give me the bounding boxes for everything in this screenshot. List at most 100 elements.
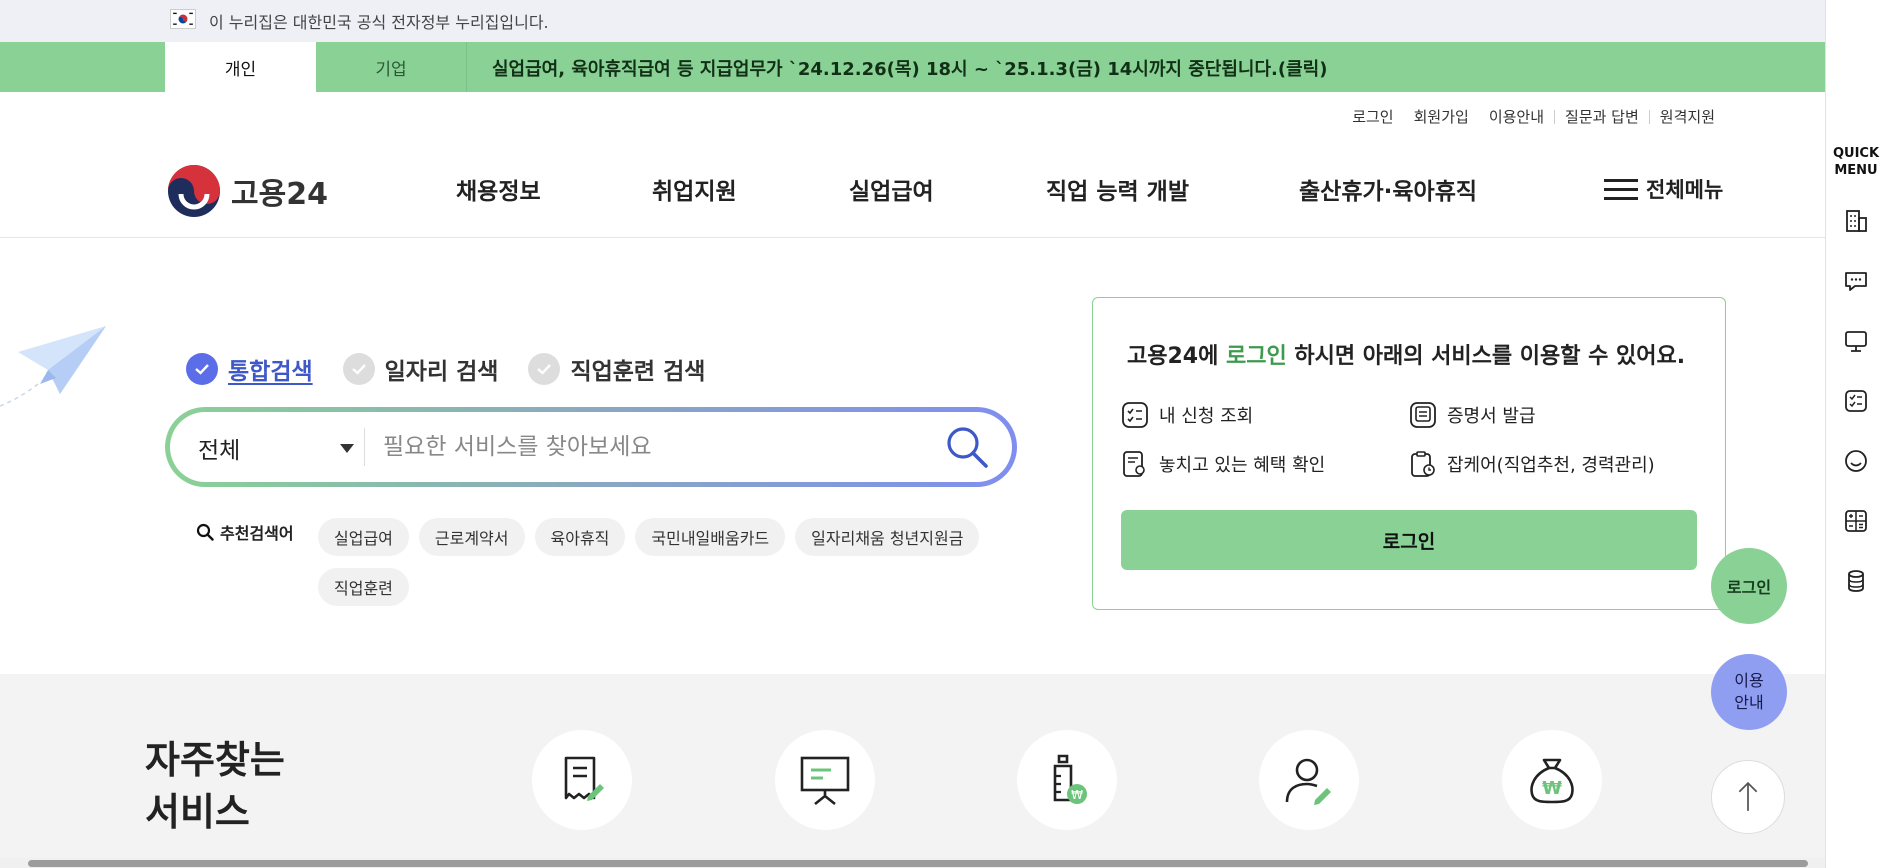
search-box: 전체 bbox=[165, 407, 1017, 487]
certificate-icon bbox=[1410, 402, 1436, 428]
util-remote-support-link[interactable]: 원격지원 bbox=[1650, 106, 1725, 127]
calculator-icon[interactable] bbox=[1843, 508, 1869, 534]
login-panel: 고용24에 로그인 하시면 아래의 서비스를 이용할 수 있어요. 내 신청 조… bbox=[1092, 297, 1726, 610]
util-login-link[interactable]: 로그인 bbox=[1342, 106, 1403, 127]
service-label: 놓치고 있는 혜택 확인 bbox=[1159, 455, 1326, 476]
header-divider bbox=[0, 237, 1825, 238]
utility-nav: 로그인 회원가입 이용안내 질문과 답변 원격지원 bbox=[1342, 106, 1725, 127]
login-title-highlight: 로그인 bbox=[1226, 344, 1287, 369]
freq-service-3[interactable]: ₩ bbox=[1017, 730, 1117, 830]
gnb-maternity-parental-leave[interactable]: 출산휴가·육아휴직 bbox=[1299, 172, 1477, 206]
checklist-icon[interactable] bbox=[1843, 388, 1869, 414]
magnifier-icon bbox=[196, 523, 214, 541]
floating-login-button[interactable]: 로그인 bbox=[1711, 548, 1787, 624]
chevron-down-icon[interactable] bbox=[340, 444, 354, 453]
floating-guide-button[interactable]: 이용 안내 bbox=[1711, 654, 1787, 730]
clipboard-clock-icon bbox=[1411, 451, 1435, 477]
search-inner: 전체 bbox=[170, 412, 1012, 482]
freq-service-4[interactable] bbox=[1259, 730, 1359, 830]
freq-service-5[interactable]: ₩ bbox=[1502, 730, 1602, 830]
freq-title-line1: 자주찾는 bbox=[145, 738, 285, 782]
search-tab-label: 일자리 검색 bbox=[384, 359, 499, 385]
gnb-employment-support[interactable]: 취업지원 bbox=[652, 172, 737, 206]
gnb-job-info[interactable]: 채용정보 bbox=[456, 172, 541, 206]
svg-text:₩: ₩ bbox=[1071, 788, 1083, 802]
horizontal-scrollbar[interactable] bbox=[0, 858, 1825, 868]
keyword-chip[interactable]: 국민내일배움카드 bbox=[635, 518, 786, 556]
arrow-up-icon bbox=[1738, 781, 1758, 811]
document-search-icon bbox=[1123, 451, 1145, 477]
check-icon bbox=[186, 353, 218, 385]
util-signup-link[interactable]: 회원가입 bbox=[1404, 106, 1479, 127]
quick-menu: QUICK MENU bbox=[1825, 0, 1885, 868]
keyword-chip[interactable]: 근로계약서 bbox=[418, 518, 525, 556]
search-tab-label: 통합검색 bbox=[228, 359, 313, 385]
search-tab-jobs[interactable]: 일자리 검색 bbox=[342, 352, 499, 386]
smile-icon[interactable] bbox=[1843, 448, 1869, 474]
gnb-unemployment-benefit[interactable]: 실업급여 bbox=[849, 172, 934, 206]
service-certificate-issue[interactable]: 증명서 발급 bbox=[1409, 401, 1536, 429]
util-guide-link[interactable]: 이용안내 bbox=[1479, 106, 1554, 127]
login-panel-title: 고용24에 로그인 하시면 아래의 서비스를 이용할 수 있어요. bbox=[1127, 338, 1685, 370]
keyword-chips: 실업급여 근로계약서 육아휴직 국민내일배움카드 일자리채움 청년지원금 직업훈… bbox=[318, 518, 1038, 606]
presentation-board-icon bbox=[800, 756, 850, 806]
service-label: 증명서 발급 bbox=[1447, 406, 1536, 427]
search-tab-training[interactable]: 직업훈련 검색 bbox=[528, 352, 705, 386]
receipt-pen-icon bbox=[564, 756, 604, 801]
keyword-chip[interactable]: 직업훈련 bbox=[318, 568, 409, 606]
guide-line1: 이용 bbox=[1734, 671, 1764, 690]
checklist-icon bbox=[1122, 402, 1148, 428]
keyword-chip[interactable]: 일자리채움 청년지원금 bbox=[795, 518, 980, 556]
coin-stack-icon[interactable] bbox=[1843, 568, 1869, 594]
search-input[interactable] bbox=[383, 426, 923, 468]
scroll-top-button[interactable] bbox=[1711, 760, 1785, 834]
freq-service-1[interactable] bbox=[532, 730, 632, 830]
search-divider bbox=[364, 428, 365, 466]
quick-menu-title: QUICK MENU bbox=[1826, 145, 1885, 179]
hamburger-icon bbox=[1604, 177, 1638, 201]
tab-personal[interactable]: 개인 bbox=[165, 42, 316, 92]
user-edit-icon bbox=[1285, 758, 1331, 805]
svg-text:₩: ₩ bbox=[1542, 778, 1562, 799]
money-bag-icon: ₩ bbox=[1530, 758, 1574, 804]
search-tabs: 통합검색 일자리 검색 직업훈련 검색 bbox=[186, 352, 735, 386]
check-icon bbox=[342, 353, 375, 385]
tab-corporate[interactable]: 기업 bbox=[316, 42, 467, 92]
recommended-keywords-label: 추천검색어 bbox=[196, 520, 294, 544]
search-icon[interactable] bbox=[944, 424, 990, 470]
frequent-services-title: 자주찾는 서비스 bbox=[145, 734, 285, 838]
korea-flag-icon bbox=[170, 9, 196, 29]
chat-bubble-icon[interactable] bbox=[1843, 268, 1869, 294]
notice-bar: 개인 기업 실업급여, 육아휴직급여 등 지급업무가 `24.12.26(목) … bbox=[0, 42, 1825, 92]
freq-title-line2: 서비스 bbox=[145, 790, 250, 834]
gov-banner-text[interactable]: 이 누리집은 대한민국 공식 전자정부 누리집입니다. bbox=[209, 9, 549, 33]
login-button[interactable]: 로그인 bbox=[1121, 510, 1697, 570]
util-qna-link[interactable]: 질문과 답변 bbox=[1555, 106, 1649, 127]
service-label: 내 신청 조회 bbox=[1159, 406, 1254, 427]
guide-line2: 안내 bbox=[1734, 693, 1764, 712]
building-icon[interactable] bbox=[1843, 208, 1869, 234]
service-my-applications[interactable]: 내 신청 조회 bbox=[1121, 401, 1253, 429]
gnb-skills-development[interactable]: 직업 능력 개발 bbox=[1046, 172, 1189, 206]
service-label: 잡케어(직업추천, 경력관리) bbox=[1447, 455, 1655, 476]
main-nav: 채용정보 취업지원 실업급여 직업 능력 개발 출산휴가·육아휴직 bbox=[0, 172, 1825, 212]
keyword-chip[interactable]: 육아휴직 bbox=[534, 518, 626, 556]
search-scope-select[interactable]: 전체 bbox=[198, 431, 240, 465]
paper-plane-icon bbox=[0, 326, 106, 407]
scrollbar-thumb[interactable] bbox=[28, 860, 1808, 867]
login-title-pre: 고용24에 bbox=[1127, 344, 1226, 369]
frequent-services-section: 자주찾는 서비스 ₩ ₩ bbox=[0, 674, 1825, 868]
all-menu-label: 전체메뉴 bbox=[1646, 178, 1724, 202]
notice-link[interactable]: 실업급여, 육아휴직급여 등 지급업무가 `24.12.26(목) 18시 ~ … bbox=[492, 55, 1327, 81]
search-tab-integrated[interactable]: 통합검색 bbox=[186, 352, 313, 386]
reco-label-text: 추천검색어 bbox=[220, 524, 294, 543]
gov-banner: 이 누리집은 대한민국 공식 전자정부 누리집입니다. bbox=[0, 0, 1825, 42]
keyword-chip[interactable]: 실업급여 bbox=[318, 518, 409, 556]
service-jobcare[interactable]: 잡케어(직업추천, 경력관리) bbox=[1409, 450, 1655, 478]
search-tab-label: 직업훈련 검색 bbox=[570, 359, 706, 385]
check-icon bbox=[528, 353, 561, 385]
monitor-icon[interactable] bbox=[1843, 328, 1869, 354]
all-menu-button[interactable]: 전체메뉴 bbox=[1604, 174, 1723, 204]
service-missed-benefits[interactable]: 놓치고 있는 혜택 확인 bbox=[1121, 450, 1325, 478]
freq-service-2[interactable] bbox=[775, 730, 875, 830]
